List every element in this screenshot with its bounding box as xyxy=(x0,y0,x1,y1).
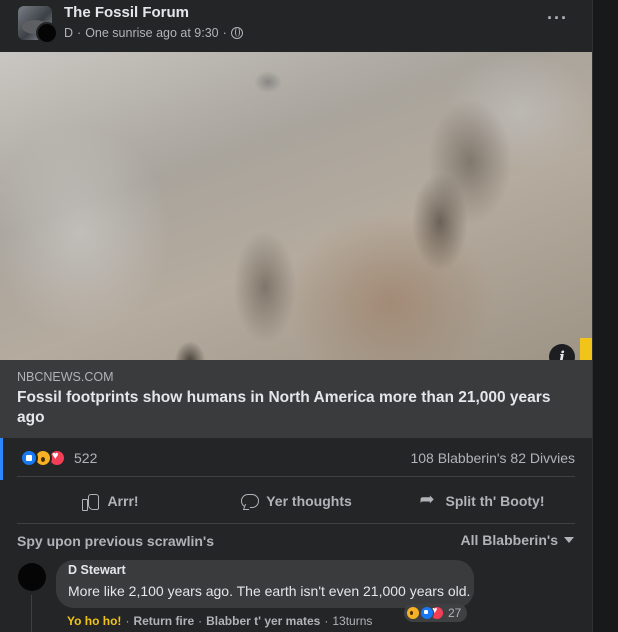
link-title[interactable]: Fossil footprints show humans in North A… xyxy=(17,388,557,428)
divider xyxy=(17,476,575,477)
reaction-count: 522 xyxy=(74,450,98,466)
comment-text: More like 2,100 years ago. The earth isn… xyxy=(68,583,471,599)
share-label: Split th' Booty! xyxy=(445,493,545,509)
view-previous-comments[interactable]: Spy upon previous scrawlin's xyxy=(17,533,214,549)
separator-dot: · xyxy=(222,26,227,40)
divider xyxy=(17,523,575,524)
post-timestamp[interactable]: One sunrise ago at 9:30 xyxy=(85,26,218,40)
fossil-footprints-photo[interactable] xyxy=(0,52,592,360)
comment-reactions[interactable]: 27 xyxy=(404,604,468,622)
separator-dot: · xyxy=(77,26,82,40)
commenter-avatar[interactable] xyxy=(18,563,46,591)
comment-age[interactable]: 13turns xyxy=(332,614,372,628)
comment-filter-dropdown[interactable]: All Blabberin's xyxy=(461,532,574,548)
comment-icon xyxy=(240,492,260,510)
separator-dot: · xyxy=(324,614,329,628)
thumbs-up-icon xyxy=(81,492,100,511)
author-name[interactable]: D xyxy=(64,26,73,40)
comment-share-link[interactable]: Blabber t' yer mates xyxy=(206,614,320,628)
action-bar: Arrr! Yer thoughts Split th' Booty! xyxy=(17,484,575,518)
link-preview[interactable]: NBCNEWS.COM Fossil footprints show human… xyxy=(0,360,592,438)
share-button[interactable]: Split th' Booty! xyxy=(389,484,575,518)
haha-reaction-icon xyxy=(406,606,420,620)
separator-dot: · xyxy=(125,614,130,628)
comment-share-stats[interactable]: 108 Blabberin's 82 Divvies xyxy=(410,450,575,466)
like-reaction-icon xyxy=(20,449,38,467)
comment-reaction-count: 27 xyxy=(448,606,462,620)
comment-button[interactable]: Yer thoughts xyxy=(203,484,389,518)
like-label: Arrr! xyxy=(107,493,139,509)
share-icon xyxy=(420,489,438,510)
post-header: The Fossil Forum D · One sunrise ago at … xyxy=(0,0,592,50)
author-avatar[interactable] xyxy=(36,22,58,44)
caret-down-icon xyxy=(564,537,574,543)
comment-actions: Yo ho ho! · Return fire · Blabber t' yer… xyxy=(67,614,372,628)
comment-author[interactable]: D Stewart xyxy=(68,565,126,575)
post-card: The Fossil Forum D · One sunrise ago at … xyxy=(0,0,592,632)
like-button[interactable]: Arrr! xyxy=(17,484,203,518)
ellipsis-icon[interactable]: ··· xyxy=(547,9,568,27)
comment-label: Yer thoughts xyxy=(266,493,352,509)
link-domain: NBCNEWS.COM xyxy=(17,370,114,384)
focus-accent-bar xyxy=(0,438,3,480)
comment-filter-label: All Blabberin's xyxy=(460,532,558,548)
group-name[interactable]: The Fossil Forum xyxy=(64,4,189,21)
comment-bubble: D Stewart More like 2,100 years ago. The… xyxy=(56,560,474,608)
globe-icon[interactable] xyxy=(230,27,243,39)
comment-reply-link[interactable]: Return fire xyxy=(133,614,194,628)
photo-edge-marker xyxy=(580,338,592,360)
post-meta: D · One sunrise ago at 9:30 · xyxy=(64,26,243,40)
reaction-summary[interactable]: 522 xyxy=(20,448,97,468)
page-gutter xyxy=(592,0,618,632)
thread-line xyxy=(31,595,32,632)
like-reaction-icon xyxy=(420,606,434,620)
comment-like-link[interactable]: Yo ho ho! xyxy=(67,614,121,628)
separator-dot: · xyxy=(198,614,203,628)
